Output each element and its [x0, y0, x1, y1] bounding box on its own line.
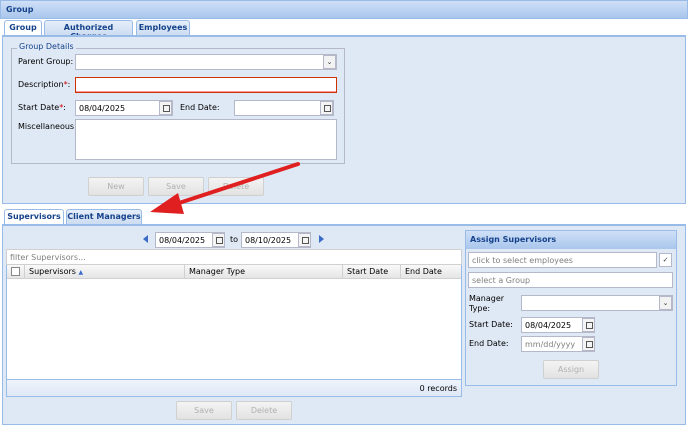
red-arrow-icon	[150, 162, 300, 214]
